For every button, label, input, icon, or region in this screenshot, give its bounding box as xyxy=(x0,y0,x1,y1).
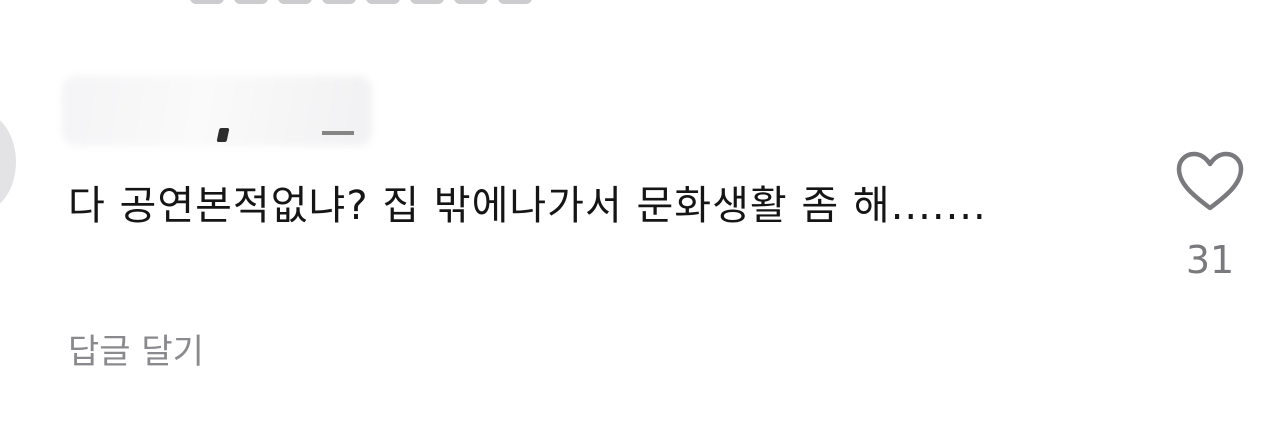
reply-button[interactable]: 답글 달기 xyxy=(68,326,204,378)
username-remnant-line xyxy=(322,131,354,135)
avatar[interactable] xyxy=(0,112,16,212)
heart-outline-icon xyxy=(1176,151,1244,211)
like-button[interactable] xyxy=(1174,150,1246,214)
comment-screen: 다 공연본적없냐? 집 밖에나가서 문화생활 좀 해....... 답글 달기 … xyxy=(0,0,1280,426)
previous-comment-remnant xyxy=(190,0,532,8)
comment-text: 다 공연본적없냐? 집 밖에나가서 문화생활 좀 해....... xyxy=(68,183,987,229)
like-count: 31 xyxy=(1185,238,1235,282)
